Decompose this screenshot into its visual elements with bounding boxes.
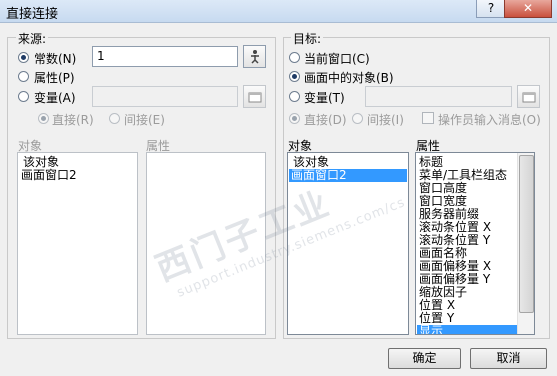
source-direct-radio[interactable]: [38, 113, 49, 124]
close-icon: ✕: [522, 1, 534, 15]
source-constant-label: 常数(N): [34, 52, 77, 66]
target-indirect-label: 间接(I): [367, 113, 404, 127]
source-variable-radio[interactable]: [18, 91, 29, 102]
source-property-radio[interactable]: [18, 71, 29, 82]
help-button[interactable]: ?: [476, 0, 506, 18]
list-item[interactable]: 画面窗口2: [21, 169, 77, 182]
target-property-list[interactable]: 标题 菜单/工具栏组态 窗口高度 窗口宽度 服务器前缀 滚动条位置 X 滚动条位…: [415, 152, 535, 335]
target-direct-radio[interactable]: [289, 113, 300, 124]
source-variable-browse-button[interactable]: [243, 85, 266, 108]
target-current-window-label: 当前窗口(C): [304, 52, 370, 66]
target-object-in-screen-label: 画面中的对象(B): [304, 71, 394, 85]
title-bar: [0, 0, 557, 23]
constant-browse-button[interactable]: [243, 45, 266, 68]
source-indirect-radio[interactable]: [109, 113, 120, 124]
target-variable-browse-button[interactable]: [517, 85, 540, 108]
browse-icon: [248, 92, 261, 102]
source-direct-label: 直接(R): [52, 113, 94, 127]
close-button[interactable]: ✕: [504, 0, 552, 18]
help-icon: ?: [487, 1, 495, 15]
operator-input-message-label: 操作员输入消息(O): [438, 113, 541, 127]
target-variable-label: 变量(T): [304, 91, 345, 105]
target-variable-radio[interactable]: [289, 91, 300, 102]
ok-button[interactable]: 确定: [388, 348, 461, 369]
constant-value-input[interactable]: 1: [92, 46, 238, 67]
source-property-label: 属性(P): [34, 71, 75, 85]
target-direct-label: 直接(D): [304, 113, 347, 127]
target-legend: 目标:: [291, 30, 324, 47]
target-object-list[interactable]: 该对象 画面窗口2: [287, 152, 409, 335]
property-list-scrollbar[interactable]: [517, 153, 534, 334]
source-object-list[interactable]: 该对象 画面窗口2: [17, 152, 138, 335]
source-variable-input[interactable]: [92, 86, 238, 107]
list-item-selected[interactable]: 显示: [417, 325, 518, 334]
person-select-icon: [250, 50, 259, 64]
source-indirect-label: 间接(E): [124, 113, 165, 127]
source-variable-label: 变量(A): [34, 91, 76, 105]
cancel-button[interactable]: 取消: [470, 348, 547, 369]
window-title: 直接连接: [6, 7, 59, 22]
target-current-window-radio[interactable]: [289, 52, 300, 63]
operator-input-message-checkbox[interactable]: [422, 112, 434, 124]
source-legend: 来源:: [16, 30, 49, 47]
target-object-in-screen-radio[interactable]: [289, 71, 300, 82]
target-variable-input[interactable]: [365, 86, 512, 107]
browse-icon: [522, 92, 535, 102]
scrollbar-thumb[interactable]: [519, 155, 534, 313]
source-property-list[interactable]: [146, 152, 266, 335]
list-item-selected[interactable]: 画面窗口2: [289, 169, 407, 182]
source-constant-radio[interactable]: [18, 52, 29, 63]
target-indirect-radio[interactable]: [352, 113, 363, 124]
